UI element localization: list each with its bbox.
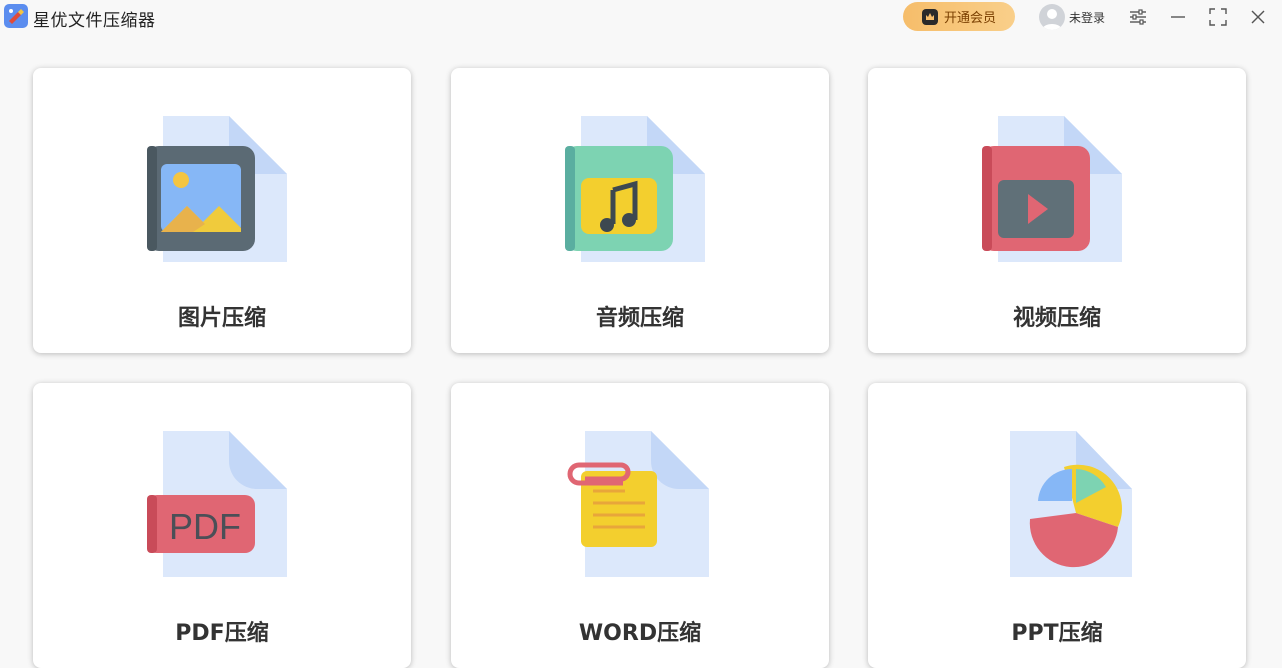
vip-button-label: 开通会员 (943, 11, 996, 26)
maximize-button[interactable] (1206, 5, 1230, 29)
pdf-compress-card[interactable]: PDF PDF压缩 (33, 383, 411, 668)
word-compress-label: WORD压缩 (578, 621, 702, 646)
ppt-file-icon (982, 427, 1132, 581)
user-avatar-icon (1039, 4, 1065, 30)
video-file-icon (982, 112, 1132, 266)
title-bar: 星优文件压缩器 开通会员 未登录 (0, 0, 1282, 34)
app-logo-icon (4, 4, 28, 28)
image-file-icon (147, 112, 297, 266)
app-title: 星优文件压缩器 (33, 11, 156, 31)
audio-compress-label: 音频压缩 (595, 306, 684, 331)
pdf-file-icon: PDF (147, 427, 297, 581)
maximize-icon (1209, 8, 1227, 26)
pdf-compress-label: PDF压缩 (175, 621, 269, 646)
video-compress-card[interactable]: 视频压缩 (868, 68, 1246, 353)
minimize-icon (1171, 16, 1185, 18)
vip-button[interactable]: 开通会员 (903, 2, 1015, 31)
crown-icon (921, 8, 938, 25)
ppt-compress-label: PPT压缩 (1011, 621, 1103, 646)
image-compress-label: 图片压缩 (177, 306, 266, 331)
word-file-icon (565, 427, 715, 581)
user-login[interactable]: 未登录 (1039, 3, 1105, 31)
video-compress-label: 视频压缩 (1012, 306, 1101, 331)
word-compress-card[interactable]: WORD压缩 (451, 383, 829, 668)
sliders-icon (1130, 9, 1146, 25)
svg-text:PDF: PDF (169, 506, 241, 547)
audio-file-icon (565, 112, 715, 266)
audio-compress-card[interactable]: 音频压缩 (451, 68, 829, 353)
user-label: 未登录 (1069, 10, 1106, 25)
minimize-button[interactable] (1166, 5, 1190, 29)
ppt-compress-card[interactable]: PPT压缩 (868, 383, 1246, 668)
image-compress-card[interactable]: 图片压缩 (33, 68, 411, 353)
close-button[interactable] (1246, 5, 1270, 29)
settings-button[interactable] (1126, 5, 1150, 29)
close-icon (1251, 10, 1265, 24)
